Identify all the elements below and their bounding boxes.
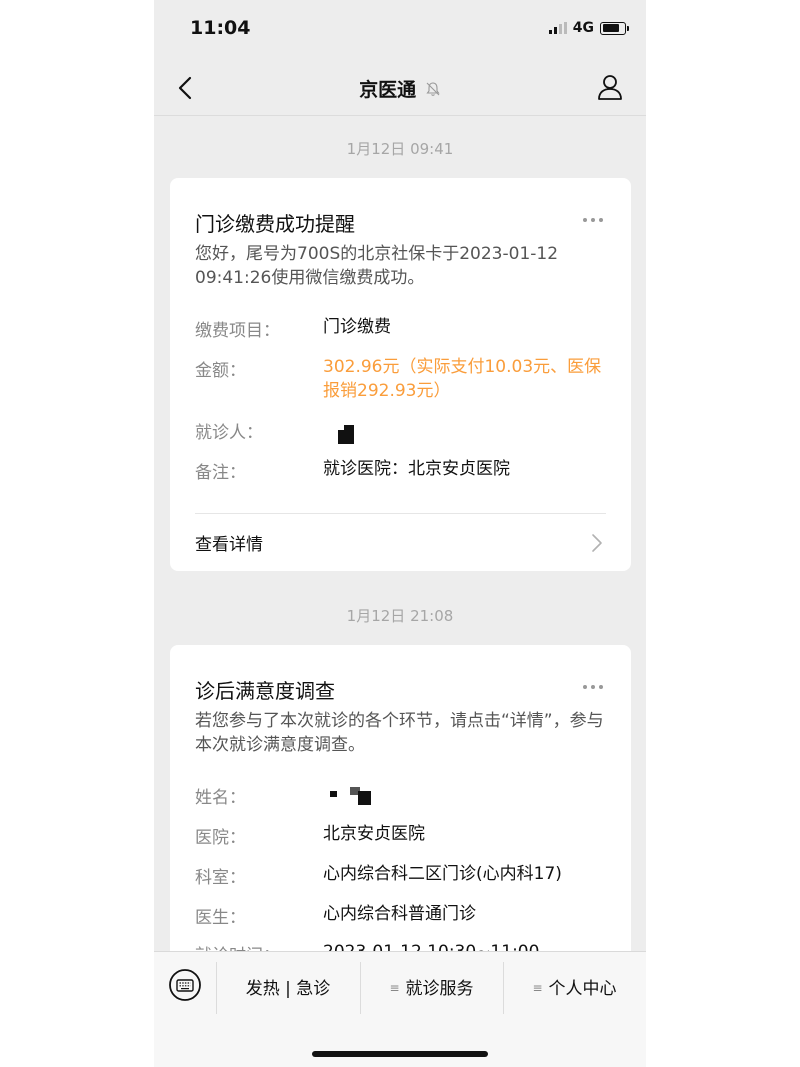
message-timestamp: 1月12日 09:41 xyxy=(346,140,454,158)
keyboard-icon[interactable] xyxy=(168,968,202,1002)
view-details-link[interactable]: 查看详情 xyxy=(195,530,263,555)
menu-label: 就诊服务 xyxy=(405,979,474,999)
field-label: 姓名： xyxy=(195,788,246,808)
bottom-menu: 发热 | 急诊 ≡ 就诊服务 ≡ 个人中心 xyxy=(154,951,646,1021)
chat-title: 京医通 xyxy=(359,79,417,101)
menu-label: 发热 | 急诊 xyxy=(245,979,331,999)
chevron-right-icon[interactable] xyxy=(591,533,603,553)
field-value: 门诊缴费 xyxy=(323,317,391,337)
field-label: 就诊人： xyxy=(195,423,263,443)
card-title: 门诊缴费成功提醒 xyxy=(195,212,355,236)
card-divider xyxy=(195,513,606,514)
submenu-icon: ≡ xyxy=(532,981,543,995)
more-options-icon[interactable] xyxy=(583,218,603,222)
menu-fever-emergency[interactable]: 发热 | 急诊 xyxy=(216,974,360,999)
field-label: 医院： xyxy=(195,828,246,848)
redacted-patient-name xyxy=(344,425,354,430)
network-label: 4G xyxy=(572,20,594,36)
payment-message-card[interactable]: 门诊缴费成功提醒 您好，尾号为700S的北京社保卡于2023-01-12 09:… xyxy=(170,178,631,571)
amount-value: 302.96元（实际支付10.03元、医保报销292.93元） xyxy=(323,357,602,401)
mute-bell-icon xyxy=(426,82,440,96)
field-value: 就诊医院：北京安贞医院 xyxy=(323,459,510,479)
field-label: 备注： xyxy=(195,463,246,483)
menu-visit-services[interactable]: ≡ 就诊服务 xyxy=(360,974,503,999)
menu-personal-center[interactable]: ≡ 个人中心 xyxy=(503,974,646,999)
field-label: 金额： xyxy=(195,361,246,381)
home-indicator-area xyxy=(154,1021,646,1067)
redacted-patient-name xyxy=(338,430,354,444)
message-timestamp: 1月12日 21:08 xyxy=(346,607,454,625)
status-time: 11:04 xyxy=(190,17,251,39)
redacted-name xyxy=(330,791,337,797)
submenu-icon: ≡ xyxy=(389,981,400,995)
battery-icon xyxy=(600,21,629,35)
profile-icon[interactable] xyxy=(596,72,624,102)
card-title: 诊后满意度调查 xyxy=(195,679,335,703)
nav-title-wrap: 京医通 xyxy=(154,75,646,102)
signal-icon xyxy=(548,22,567,34)
status-bar: 11:04 4G xyxy=(154,0,646,60)
more-options-icon[interactable] xyxy=(583,685,603,689)
home-indicator[interactable] xyxy=(312,1051,488,1057)
field-value: 北京安贞医院 xyxy=(323,824,425,844)
card-description: 若您参与了本次就诊的各个环节，请点击“详情”，参与本次就诊满意度调查。 xyxy=(195,711,604,755)
phone-screen: 11:04 4G 京医通 1月12日 09:41 门诊缴费成功提醒 您好，尾号为… xyxy=(154,0,646,1067)
nav-bar: 京医通 xyxy=(154,60,646,116)
field-label: 科室： xyxy=(195,868,246,888)
field-label: 缴费项目： xyxy=(195,321,280,341)
redacted-name xyxy=(358,791,371,805)
field-value: 心内综合科普通门诊 xyxy=(323,904,476,924)
field-value: 心内综合科二区门诊(心内科17) xyxy=(323,864,562,884)
status-indicators: 4G xyxy=(548,20,629,36)
menu-label: 个人中心 xyxy=(548,979,617,999)
card-description: 您好，尾号为700S的北京社保卡于2023-01-12 09:41:26使用微信… xyxy=(195,244,559,288)
field-label: 医生： xyxy=(195,908,246,928)
